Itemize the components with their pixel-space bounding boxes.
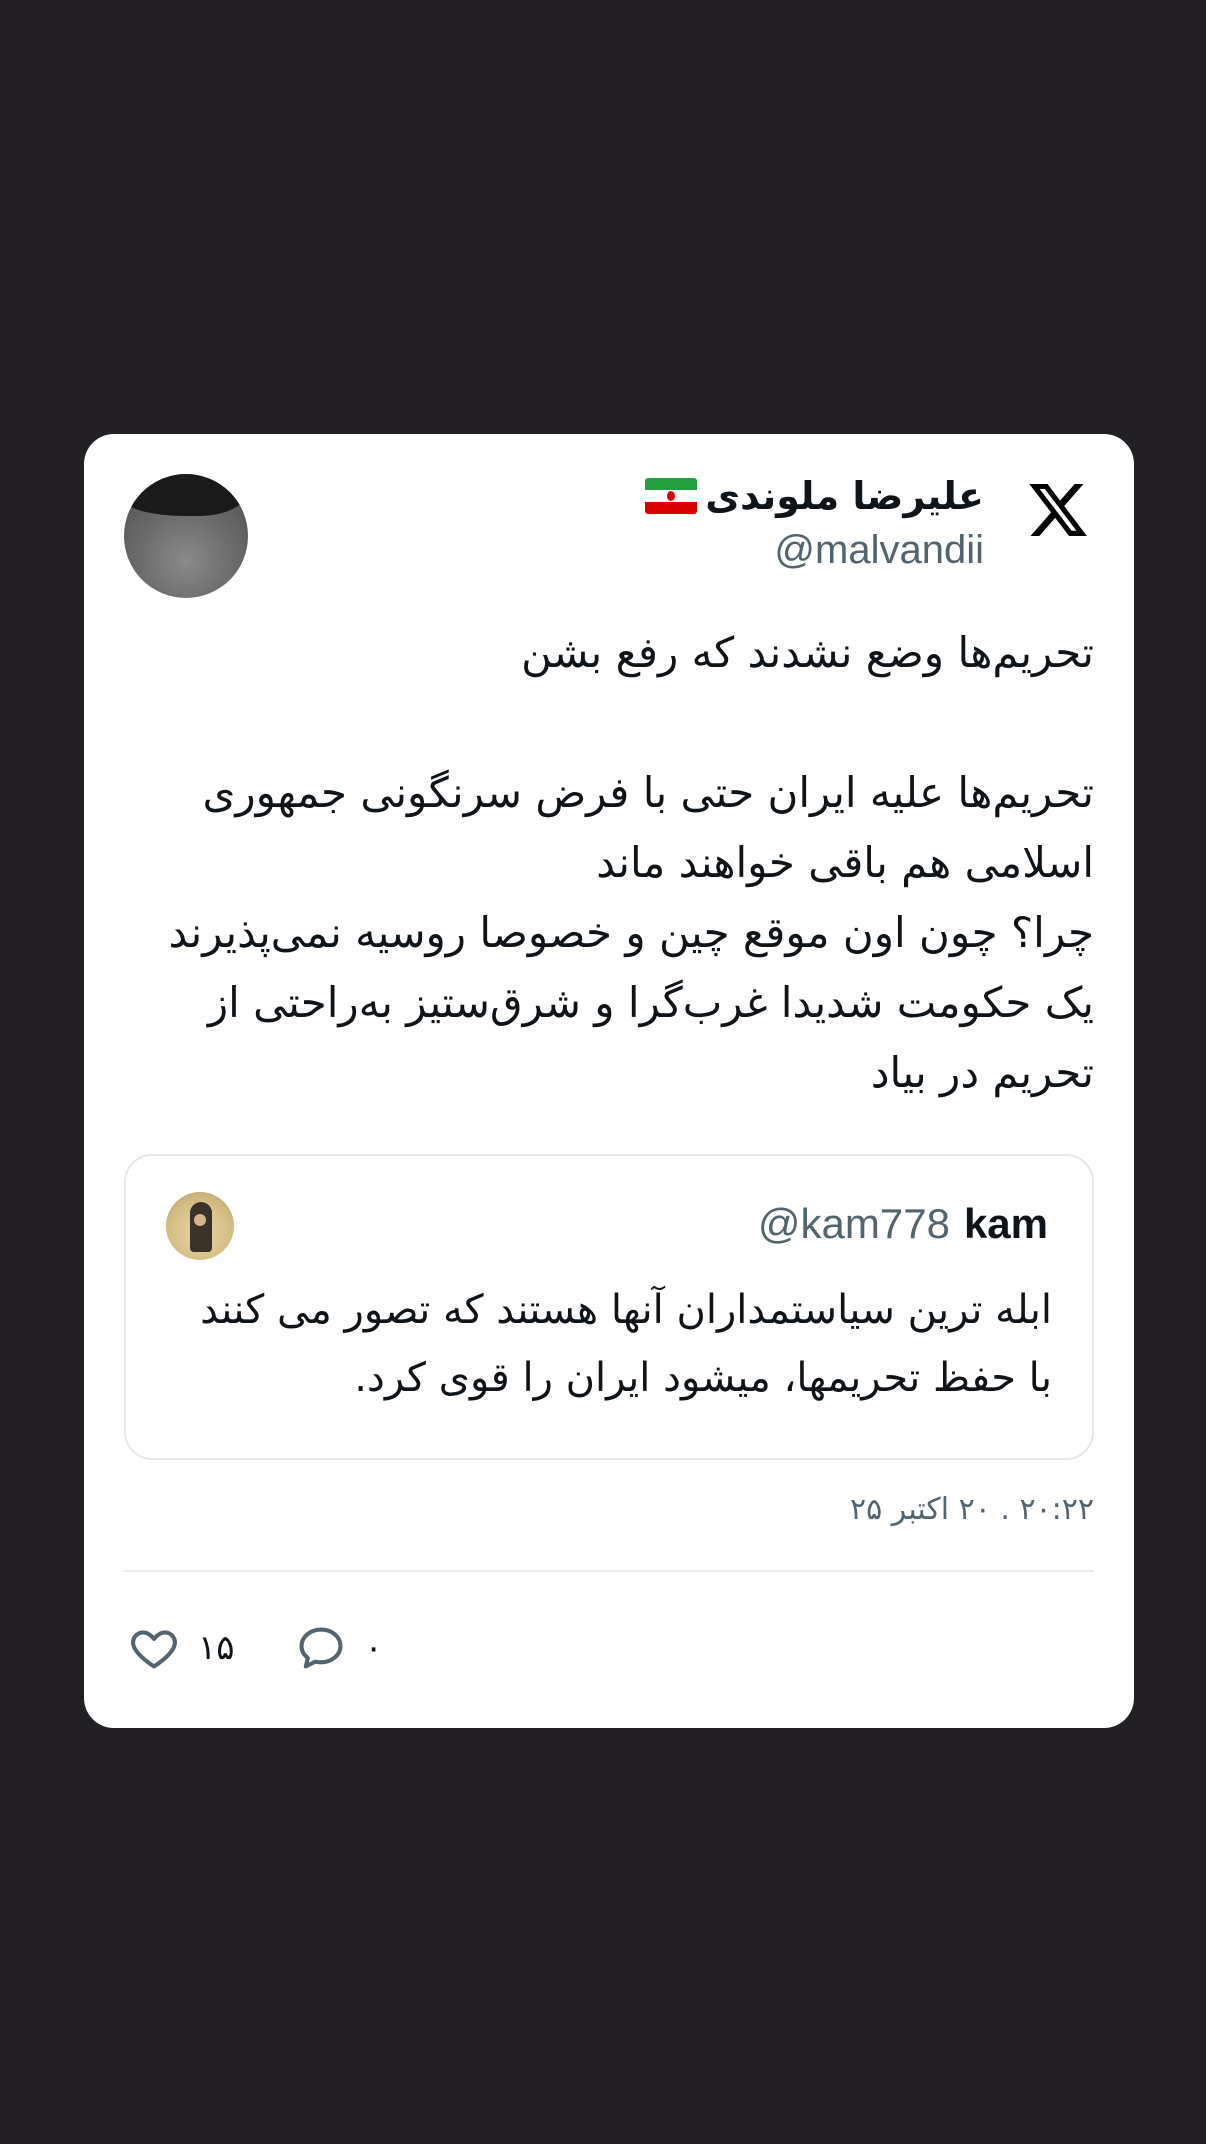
tweet-timestamp[interactable]: ۲۰:۲۲ . ۲۰ اکتبر ۲۵ bbox=[850, 1492, 1094, 1527]
heart-icon bbox=[131, 1630, 177, 1669]
like-button[interactable]: ۱۵ bbox=[128, 1622, 235, 1674]
tweet-card[interactable]: علیرضا ملوندی @malvandii تحریم‌ها وضع نش… bbox=[84, 434, 1134, 1728]
quoted-text: ابله ترین سیاستمداران آنها هستند که تصور… bbox=[200, 1287, 1052, 1401]
reply-button[interactable]: ۰ bbox=[295, 1622, 383, 1674]
author-name[interactable]: علیرضا ملوندی bbox=[705, 474, 984, 518]
author-handle[interactable]: @malvandii bbox=[645, 528, 984, 573]
quoted-handle: @kam778 bbox=[757, 1200, 950, 1247]
like-count: ۱۵ bbox=[198, 1628, 235, 1668]
tweet-author[interactable]: علیرضا ملوندی @malvandii bbox=[645, 474, 984, 573]
quoted-tweet[interactable]: @kam778 kam ابله ترین سیاستمداران آنها ه… bbox=[124, 1154, 1094, 1460]
x-logo-icon[interactable] bbox=[1026, 478, 1090, 542]
iran-flag-icon bbox=[645, 478, 698, 514]
divider bbox=[124, 1570, 1094, 1572]
quoted-avatar[interactable] bbox=[166, 1192, 234, 1260]
quoted-author: @kam778 kam bbox=[758, 1200, 1048, 1248]
quoted-name: kam bbox=[963, 1200, 1048, 1247]
speech-bubble-icon bbox=[298, 1627, 343, 1669]
tweet-actions: ۱۵ ۰ bbox=[128, 1620, 443, 1676]
reply-count: ۰ bbox=[364, 1628, 383, 1668]
tweet-text: تحریم‌ها وضع نشدند که رفع بشن تحریم‌ها ع… bbox=[168, 628, 1094, 1097]
author-avatar[interactable] bbox=[124, 474, 248, 598]
